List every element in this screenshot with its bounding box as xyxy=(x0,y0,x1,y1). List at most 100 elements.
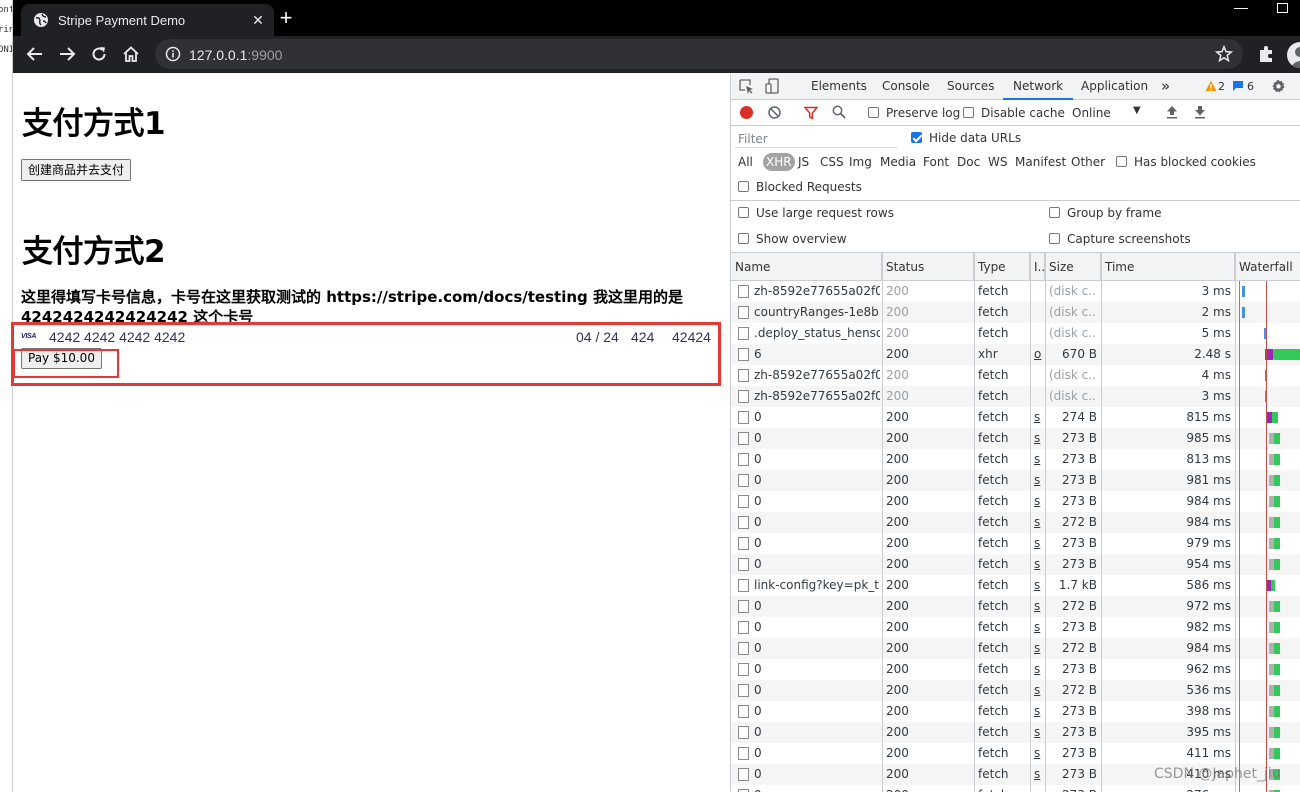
request-initiator[interactable]: s xyxy=(1034,428,1044,449)
filter-manifest[interactable]: Manifest xyxy=(1015,155,1066,169)
table-row[interactable]: .deploy_status_henso... 200 fetch (disk c..… xyxy=(731,323,1300,344)
filter-xhr[interactable]: XHR xyxy=(763,153,795,171)
table-row[interactable]: 0 200 fetch s 273 B 395 ms xyxy=(731,722,1300,743)
request-initiator[interactable]: s xyxy=(1034,659,1044,680)
column-status[interactable]: Status xyxy=(882,253,974,281)
close-tab-icon[interactable]: ✕ xyxy=(250,12,266,29)
table-row[interactable]: zh-8592e77655a02f0... 200 fetch (disk c... 3… xyxy=(731,281,1300,302)
extensions-icon[interactable] xyxy=(1256,44,1278,66)
request-initiator[interactable]: s xyxy=(1034,722,1044,743)
table-row[interactable]: 0 200 fetch s 272 B 984 ms xyxy=(731,638,1300,659)
table-row[interactable]: zh-8592e77655a02f0... 200 fetch (disk c... 4… xyxy=(731,365,1300,386)
request-initiator[interactable]: s xyxy=(1034,470,1044,491)
table-row[interactable]: 0 200 fetch s 273 B 954 ms xyxy=(731,554,1300,575)
request-initiator[interactable]: s xyxy=(1034,743,1044,764)
table-row[interactable]: 0 200 fetchs 273 B 276 ms xyxy=(731,785,1300,792)
tab-console[interactable]: Console xyxy=(882,73,930,100)
request-initiator[interactable]: o xyxy=(1034,344,1044,365)
blocked-requests-checkbox[interactable] xyxy=(738,181,749,192)
filter-input[interactable]: Filter xyxy=(735,129,898,148)
table-row[interactable]: countryRanges-1e8b... 200 fetch (disk c... 2… xyxy=(731,302,1300,323)
filter-font[interactable]: Font xyxy=(923,155,949,169)
request-initiator[interactable]: s xyxy=(1034,554,1044,575)
search-icon[interactable] xyxy=(832,105,846,122)
bookmark-star-icon[interactable] xyxy=(1214,44,1234,63)
request-initiator[interactable] xyxy=(1034,281,1044,302)
reload-button[interactable] xyxy=(85,40,113,68)
request-initiator[interactable] xyxy=(1034,323,1044,344)
preserve-log-checkbox[interactable] xyxy=(868,107,879,118)
tab-sources[interactable]: Sources xyxy=(947,73,994,100)
disable-cache-checkbox[interactable] xyxy=(963,107,974,118)
warning-icon[interactable] xyxy=(1205,80,1217,95)
message-icon[interactable] xyxy=(1232,80,1244,95)
request-initiator[interactable]: s xyxy=(1034,638,1044,659)
table-row[interactable]: 0 200 fetch s 273 B 411 ms xyxy=(731,743,1300,764)
column-size[interactable]: Size xyxy=(1045,253,1101,281)
tab-elements[interactable]: Elements xyxy=(811,73,867,100)
request-initiator[interactable]: s xyxy=(1034,491,1044,512)
request-initiator[interactable]: s xyxy=(1034,785,1044,792)
table-row[interactable]: 6 200 xhr o 670 B 2.48 s xyxy=(731,344,1300,365)
table-row[interactable]: 0 200 fetch s 273 B 398 ms xyxy=(731,701,1300,722)
show-overview-checkbox[interactable] xyxy=(738,233,749,244)
has-blocked-cookies-checkbox[interactable] xyxy=(1116,156,1127,167)
request-initiator[interactable]: s xyxy=(1034,617,1044,638)
browser-tab[interactable]: Stripe Payment Demo ✕ xyxy=(21,4,274,36)
filter-other[interactable]: Other xyxy=(1071,155,1105,169)
filter-icon[interactable] xyxy=(803,106,819,123)
request-initiator[interactable]: s xyxy=(1034,449,1044,470)
filter-ws[interactable]: WS xyxy=(988,155,1007,169)
forward-button[interactable] xyxy=(53,40,81,68)
table-row[interactable]: 0 200 fetch s 274 B 815 ms xyxy=(731,407,1300,428)
hide-data-urls-checkbox[interactable] xyxy=(911,132,922,143)
export-har-icon[interactable] xyxy=(1194,105,1206,122)
table-row[interactable]: 0 200 fetch s 272 B 972 ms xyxy=(731,596,1300,617)
column-type[interactable]: Type xyxy=(974,253,1030,281)
request-initiator[interactable]: s xyxy=(1034,512,1044,533)
table-row[interactable]: 0 200 fetch s 273 B 982 ms xyxy=(731,617,1300,638)
inspect-element-icon[interactable] xyxy=(739,79,754,97)
request-initiator[interactable] xyxy=(1034,365,1044,386)
request-initiator[interactable]: s xyxy=(1034,407,1044,428)
throttling-select[interactable]: Online xyxy=(1072,106,1111,120)
import-har-icon[interactable] xyxy=(1166,105,1178,122)
back-button[interactable] xyxy=(21,40,49,68)
request-initiator[interactable] xyxy=(1034,386,1044,407)
table-row[interactable]: link-config?key=pk_t... 200 fetch s 1.7 kB 58… xyxy=(731,575,1300,596)
filter-img[interactable]: Img xyxy=(849,155,872,169)
chevron-down-icon[interactable]: ▼ xyxy=(1133,105,1141,116)
request-initiator[interactable]: s xyxy=(1034,575,1044,596)
column-initiator[interactable]: I.. xyxy=(1030,253,1045,281)
table-row[interactable]: 0 200 fetch s 272 B 536 ms xyxy=(731,680,1300,701)
filter-css[interactable]: CSS xyxy=(820,155,844,169)
request-initiator[interactable]: s xyxy=(1034,701,1044,722)
table-row[interactable]: 0 200 fetch s 273 B 985 ms xyxy=(731,428,1300,449)
capture-screenshots-checkbox[interactable] xyxy=(1049,233,1060,244)
table-row[interactable]: 0 200 fetch s 273 B 962 ms xyxy=(731,659,1300,680)
address-bar[interactable]: 127.0.0.1:9900 xyxy=(155,39,1243,69)
filter-all[interactable]: All xyxy=(738,155,753,169)
table-row[interactable]: 0 200 fetch s 273 B 981 ms xyxy=(731,470,1300,491)
minimize-window-button[interactable]: — xyxy=(1234,0,1248,14)
large-rows-checkbox[interactable] xyxy=(738,207,749,218)
table-row[interactable]: 0 200 fetch s 273 B 979 ms xyxy=(731,533,1300,554)
new-tab-button[interactable]: + xyxy=(273,6,299,32)
request-initiator[interactable]: s xyxy=(1034,596,1044,617)
create-product-button[interactable]: 创建商品并去支付 xyxy=(21,159,132,181)
profile-avatar[interactable] xyxy=(1287,42,1300,68)
filter-media[interactable]: Media xyxy=(880,155,916,169)
tab-application[interactable]: Application xyxy=(1081,73,1148,100)
clear-icon[interactable] xyxy=(768,106,781,122)
device-toolbar-icon[interactable] xyxy=(765,78,781,97)
request-initiator[interactable]: s xyxy=(1034,764,1044,785)
column-time[interactable]: Time xyxy=(1101,253,1235,281)
home-button[interactable] xyxy=(117,40,145,68)
table-row[interactable]: 0 200 fetch s 273 B 813 ms xyxy=(731,449,1300,470)
table-row[interactable]: 0 200 fetch s 273 B 984 ms xyxy=(731,491,1300,512)
group-by-frame-checkbox[interactable] xyxy=(1049,207,1060,218)
table-row[interactable]: 0 200 fetch s 272 B 984 ms xyxy=(731,512,1300,533)
table-row[interactable]: zh-8592e77655a02f0... 200 fetch (disk c... 3… xyxy=(731,386,1300,407)
request-initiator[interactable]: s xyxy=(1034,680,1044,701)
column-waterfall[interactable]: Waterfall xyxy=(1235,253,1300,281)
